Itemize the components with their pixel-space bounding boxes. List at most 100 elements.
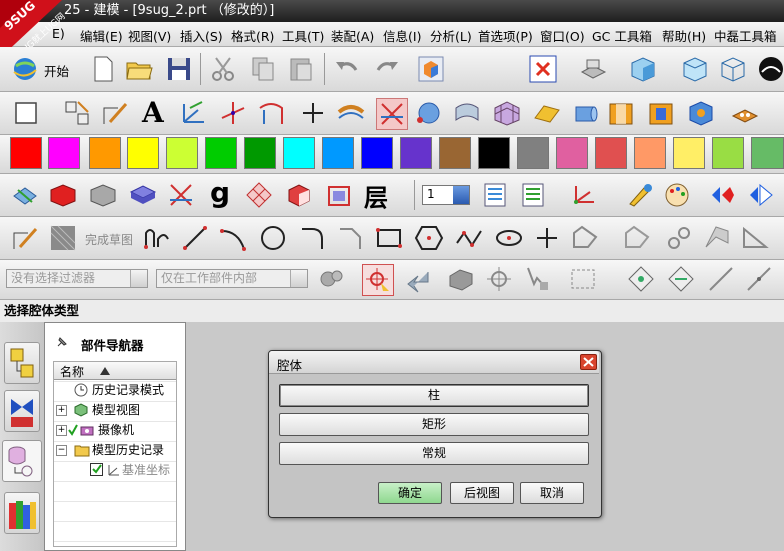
cylindrical-pocket-button[interactable]: 柱 (279, 384, 589, 407)
assembly-navigator-tab[interactable] (4, 342, 40, 384)
column-header[interactable]: 名称 (54, 362, 176, 380)
layer-select[interactable]: 1 (422, 185, 470, 205)
sketch-plane-icon[interactable] (12, 98, 42, 128)
menu-help[interactable]: 帮助(H) (662, 26, 706, 45)
menu-view[interactable]: 视图(V) (128, 26, 171, 45)
menu-assembly[interactable]: 装配(A) (331, 26, 374, 45)
solid-select-icon[interactable] (446, 264, 476, 294)
chevron-down-icon[interactable] (130, 270, 147, 287)
shaded-cube-icon[interactable] (628, 54, 658, 84)
color-swatch[interactable] (751, 137, 784, 169)
sketch-point-icon[interactable] (532, 223, 562, 253)
wcs-icon[interactable] (568, 180, 598, 210)
color-swatch[interactable] (166, 137, 198, 169)
box-icon[interactable] (284, 180, 314, 210)
color-swatch[interactable] (712, 137, 744, 169)
curve-snap-icon[interactable] (744, 264, 774, 294)
fillet-icon[interactable] (298, 223, 328, 253)
red-block-icon[interactable] (48, 180, 78, 210)
snap-point-icon[interactable] (362, 264, 394, 296)
offset-curve-icon[interactable] (570, 223, 600, 253)
color-swatch[interactable] (517, 137, 549, 169)
finish-sketch-icon[interactable] (48, 223, 78, 253)
gray-block-icon[interactable] (88, 180, 118, 210)
mesh-surface-icon[interactable] (492, 98, 522, 128)
rectangle-select-icon[interactable] (568, 264, 598, 294)
dialog-title-bar[interactable]: 腔体 (269, 351, 599, 374)
color-swatch[interactable] (634, 137, 666, 169)
text-tool-icon[interactable]: A (142, 96, 164, 129)
pad-icon[interactable] (730, 98, 760, 128)
datum-axis-icon[interactable] (218, 98, 248, 128)
point-icon[interactable] (298, 98, 328, 128)
edit-object-display-icon[interactable] (626, 180, 656, 210)
back-button[interactable]: 后视图 (450, 482, 514, 504)
collapse-icon[interactable]: − (56, 445, 67, 456)
chamfer-icon[interactable] (336, 223, 366, 253)
surface-icon[interactable] (452, 98, 482, 128)
frame-icon[interactable] (324, 180, 354, 210)
part-view-cube-icon[interactable] (416, 54, 446, 84)
sketch-tool-icon[interactable] (10, 223, 40, 253)
color-swatch[interactable] (478, 137, 510, 169)
ribbon-surface-icon[interactable] (532, 98, 562, 128)
color-swatch[interactable] (595, 137, 627, 169)
invert-show-icon[interactable] (746, 180, 776, 210)
tree-item-datum-csys[interactable]: 基准坐标 (56, 461, 176, 479)
menu-window[interactable]: 窗口(O) (540, 26, 585, 45)
paste-icon[interactable] (286, 54, 316, 84)
profile-icon[interactable] (142, 223, 172, 253)
ok-button[interactable]: 确定 (378, 482, 442, 504)
layer-glyph-icon[interactable]: 层 (364, 178, 388, 213)
color-palette-icon[interactable] (662, 180, 692, 210)
project-curve-icon[interactable] (740, 223, 770, 253)
color-swatch[interactable] (400, 137, 432, 169)
split-icon[interactable] (166, 180, 196, 210)
finish-sketch-label[interactable]: 完成草图 (85, 231, 133, 248)
datum-csys-icon[interactable] (178, 98, 208, 128)
rectangle-icon[interactable] (374, 223, 404, 253)
expand-icon[interactable]: + (56, 425, 67, 436)
menu-gc-toolbox[interactable]: GC 工具箱 (592, 26, 652, 45)
hole-icon[interactable] (686, 98, 716, 128)
pin-icon[interactable] (55, 335, 69, 349)
cut-icon[interactable] (208, 54, 238, 84)
background-icon[interactable] (756, 54, 784, 84)
color-swatch[interactable] (48, 137, 80, 169)
chevron-down-icon[interactable] (290, 270, 307, 287)
cylinder-icon[interactable] (570, 98, 600, 128)
color-swatch[interactable] (439, 137, 471, 169)
display-mode-icon[interactable] (578, 54, 608, 84)
trim-icon[interactable] (376, 98, 408, 130)
menu-insert[interactable]: 插入(S) (180, 26, 223, 45)
rectangular-pocket-button[interactable]: 矩形 (279, 413, 589, 436)
snap-end-icon[interactable] (626, 264, 656, 294)
cancel-button[interactable]: 取消 (520, 482, 584, 504)
blue-block-icon[interactable] (128, 180, 158, 210)
color-swatch[interactable] (89, 137, 121, 169)
color-swatch[interactable] (361, 137, 393, 169)
color-swatch[interactable] (673, 137, 705, 169)
menu-zhonglei-toolbox[interactable]: 中磊工具箱 (714, 26, 777, 45)
menu-analysis[interactable]: 分析(L) (430, 26, 472, 45)
part-navigator-tab[interactable] (2, 440, 42, 482)
show-hide-icon[interactable] (708, 180, 738, 210)
datum-plane-icon[interactable] (256, 98, 286, 128)
wireframe-cube-icon[interactable] (718, 54, 748, 84)
menu-preferences[interactable]: 首选项(P) (478, 26, 533, 45)
fit-view-icon[interactable] (528, 54, 558, 84)
redo-icon[interactable] (372, 54, 402, 84)
point-set-icon[interactable] (336, 98, 366, 128)
expand-icon[interactable]: + (56, 405, 67, 416)
color-swatch[interactable] (283, 137, 315, 169)
copy-icon[interactable] (248, 54, 278, 84)
reuse-library-tab[interactable] (4, 492, 40, 534)
menu-format[interactable]: 格式(R) (231, 26, 274, 45)
circle-icon[interactable] (258, 223, 288, 253)
line-snap-icon[interactable] (706, 264, 736, 294)
start-globe-icon[interactable] (10, 54, 40, 84)
g-tool-icon[interactable]: g (210, 176, 230, 209)
constraint-navigator-tab[interactable] (4, 390, 40, 432)
color-swatch[interactable] (244, 137, 276, 169)
general-pocket-button[interactable]: 常规 (279, 442, 589, 465)
